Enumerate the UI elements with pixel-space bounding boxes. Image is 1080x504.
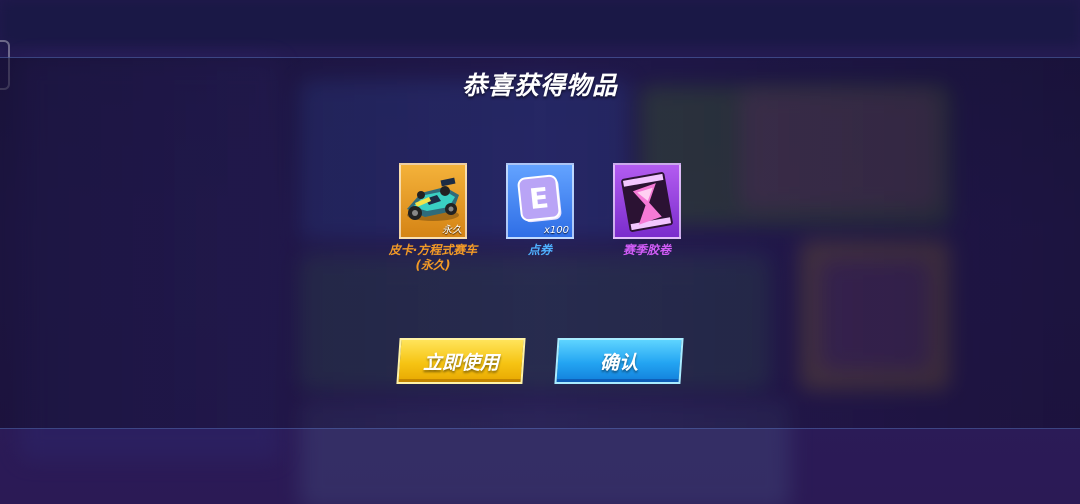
reward-item-film[interactable]: 赛季胶卷 [592, 163, 702, 258]
reward-tile: 永久 [399, 163, 467, 239]
reward-tile [613, 163, 681, 239]
reward-name: 点券 [527, 243, 552, 257]
background-topbar [0, 0, 1080, 46]
use-now-button[interactable]: 立即使用 [396, 338, 526, 384]
dialog-title: 恭喜获得物品 [461, 71, 618, 100]
reward-name-line: 皮卡·方程式赛车 [388, 243, 478, 257]
confirm-button[interactable]: 确认 [554, 338, 684, 384]
reward-name-line: (永久) [415, 258, 451, 272]
reward-name: 赛季胶卷 [622, 243, 671, 257]
reward-duration-tag: 永久 [442, 225, 462, 236]
reward-name: 皮卡·方程式赛车 (永久) [378, 243, 488, 273]
confirm-label: 确认 [599, 351, 638, 374]
reward-item-coupon[interactable]: E x100 点券 [485, 163, 595, 258]
hourglass-film-icon [621, 172, 673, 232]
use-now-label: 立即使用 [422, 351, 499, 374]
svg-text:E: E [528, 181, 550, 216]
reward-item-kart[interactable]: 永久 皮卡·方程式赛车 (永久) [378, 163, 488, 273]
reward-tile: E x100 [506, 163, 574, 239]
reward-quantity-tag: x100 [543, 225, 569, 236]
